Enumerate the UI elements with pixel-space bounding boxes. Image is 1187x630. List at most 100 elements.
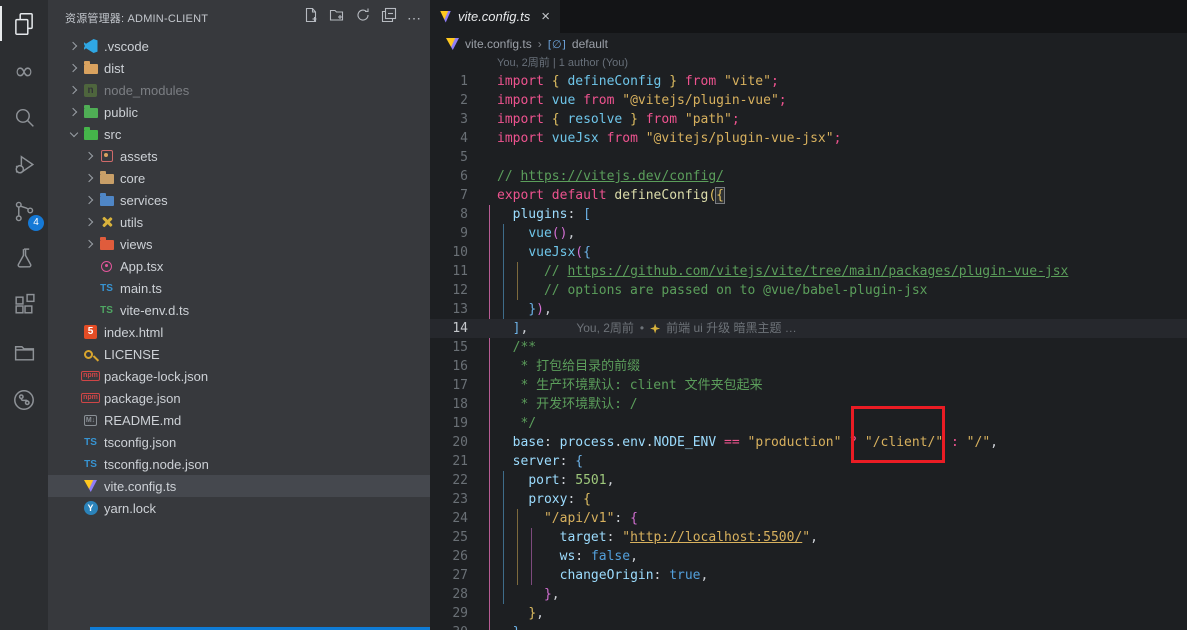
collapse-folders-icon[interactable] xyxy=(381,7,397,28)
code-line-22[interactable]: 22 port: 5501, xyxy=(430,471,1187,490)
explorer-icon[interactable] xyxy=(0,0,48,47)
line-number: 28 xyxy=(430,585,468,604)
code-line-5[interactable]: 5 xyxy=(430,148,1187,167)
code-line-1[interactable]: 1import { defineConfig } from "vite"; xyxy=(430,72,1187,91)
tree-item-src[interactable]: src xyxy=(48,123,430,145)
ts-blue-icon: TS xyxy=(98,280,115,296)
chevron-right-icon[interactable] xyxy=(82,153,98,159)
breadcrumb-symbol[interactable]: default xyxy=(572,37,608,51)
line-number: 26 xyxy=(430,547,468,566)
code-line-6[interactable]: 6// https://vitejs.dev/config/ xyxy=(430,167,1187,186)
code-line-10[interactable]: 10 vueJsx({ xyxy=(430,243,1187,262)
chevron-right-icon[interactable] xyxy=(82,197,98,203)
source-control-icon[interactable]: 4 xyxy=(0,188,48,235)
gitlens-authors-lens[interactable]: You, 2周前 | 1 author (You) xyxy=(430,55,1187,72)
search-icon[interactable] xyxy=(0,94,48,141)
code-line-27[interactable]: 27 changeOrigin: true, xyxy=(430,566,1187,585)
code-line-13[interactable]: 13 }), xyxy=(430,300,1187,319)
breadcrumb: vite.config.ts › [∅] default xyxy=(430,33,1187,55)
code-text: * 开发环境默认: / xyxy=(497,395,638,414)
code-line-16[interactable]: 16 * 打包给目录的前缀 xyxy=(430,357,1187,376)
extensions-icon[interactable] xyxy=(0,282,48,329)
tree-item-index.html[interactable]: 5index.html xyxy=(48,321,430,343)
code-line-19[interactable]: 19 */ xyxy=(430,414,1187,433)
tree-item-tsconfig.node.json[interactable]: TStsconfig.node.json xyxy=(48,453,430,475)
code-line-14[interactable]: 14 ],You, 2周前•前端 ui 升级 暗黑主题 … xyxy=(430,319,1187,338)
file-label: LICENSE xyxy=(104,347,160,362)
views-icon xyxy=(98,236,115,252)
gitlens-inline-blame: You, 2周前•前端 ui 升级 暗黑主题 … xyxy=(576,319,796,338)
file-label: core xyxy=(120,171,145,186)
tree-item-tsconfig.json[interactable]: TStsconfig.json xyxy=(48,431,430,453)
chevron-right-icon[interactable] xyxy=(66,43,82,49)
tree-item-services[interactable]: services xyxy=(48,189,430,211)
vs-logo-icon[interactable]: ∞ xyxy=(0,47,48,94)
code-line-28[interactable]: 28 }, xyxy=(430,585,1187,604)
code-line-24[interactable]: 24 "/api/v1": { xyxy=(430,509,1187,528)
chevron-down-icon[interactable] xyxy=(66,133,82,136)
refresh-icon[interactable] xyxy=(355,7,371,28)
code-line-4[interactable]: 4import vueJsx from "@vitejs/plugin-vue-… xyxy=(430,129,1187,148)
file-tree: .vscodedistnnode_modulespublicsrcassets c… xyxy=(48,35,430,519)
tree-item-main.ts[interactable]: TSmain.ts xyxy=(48,277,430,299)
html-icon: 5 xyxy=(82,324,99,340)
git-graph-icon[interactable] xyxy=(0,376,48,423)
tree-item-LICENSE[interactable]: LICENSE xyxy=(48,343,430,365)
tree-item-core[interactable]: core xyxy=(48,167,430,189)
tab-vite-config[interactable]: vite.config.ts × xyxy=(430,0,560,33)
tree-item-node_modules[interactable]: nnode_modules xyxy=(48,79,430,101)
tree-item-package-lock.json[interactable]: npmpackage-lock.json xyxy=(48,365,430,387)
chevron-right-icon[interactable] xyxy=(82,175,98,181)
code-line-30[interactable]: 30 }, xyxy=(430,623,1187,630)
code-text: port: 5501, xyxy=(497,471,614,490)
new-folder-icon[interactable] xyxy=(329,7,345,28)
code-line-17[interactable]: 17 * 生产环境默认: client 文件夹包起来 xyxy=(430,376,1187,395)
breadcrumb-file[interactable]: vite.config.ts xyxy=(465,37,532,51)
chevron-right-icon[interactable] xyxy=(82,241,98,247)
tree-item-vite-env.d.ts[interactable]: TSvite-env.d.ts xyxy=(48,299,430,321)
tree-item-App.tsx[interactable]: App.tsx xyxy=(48,255,430,277)
new-file-icon[interactable] xyxy=(303,7,319,28)
code-line-20[interactable]: 20 base: process.env.NODE_ENV == "produc… xyxy=(430,433,1187,452)
code-line-25[interactable]: 25 target: "http://localhost:5500/", xyxy=(430,528,1187,547)
code-line-29[interactable]: 29 }, xyxy=(430,604,1187,623)
tree-item-.vscode[interactable]: .vscode xyxy=(48,35,430,57)
code-line-23[interactable]: 23 proxy: { xyxy=(430,490,1187,509)
tab-close-icon[interactable]: × xyxy=(541,9,550,24)
line-number: 2 xyxy=(430,91,468,110)
tree-item-vite.config.ts[interactable]: vite.config.ts xyxy=(48,475,430,497)
line-number: 12 xyxy=(430,281,468,300)
code-line-15[interactable]: 15 /** xyxy=(430,338,1187,357)
tree-item-yarn.lock[interactable]: Yyarn.lock xyxy=(48,497,430,519)
run-debug-icon[interactable] xyxy=(0,141,48,188)
code-line-7[interactable]: 7export default defineConfig({ xyxy=(430,186,1187,205)
line-number: 5 xyxy=(430,148,468,167)
tree-item-views[interactable]: views xyxy=(48,233,430,255)
tree-item-assets[interactable]: assets xyxy=(48,145,430,167)
tree-item-utils[interactable]: utils xyxy=(48,211,430,233)
project-folder-icon[interactable] xyxy=(0,329,48,376)
code-line-18[interactable]: 18 * 开发环境默认: / xyxy=(430,395,1187,414)
code-text: }, xyxy=(497,585,560,604)
tree-item-dist[interactable]: dist xyxy=(48,57,430,79)
code-line-26[interactable]: 26 ws: false, xyxy=(430,547,1187,566)
code-line-3[interactable]: 3import { resolve } from "path"; xyxy=(430,110,1187,129)
code-line-2[interactable]: 2import vue from "@vitejs/plugin-vue"; xyxy=(430,91,1187,110)
more-actions-icon[interactable]: ⋯ xyxy=(407,13,422,23)
chevron-right-icon[interactable] xyxy=(66,109,82,115)
code-line-11[interactable]: 11 // https://github.com/vitejs/vite/tre… xyxy=(430,262,1187,281)
testing-icon[interactable] xyxy=(0,235,48,282)
code-line-9[interactable]: 9 vue(), xyxy=(430,224,1187,243)
chevron-right-icon[interactable] xyxy=(66,87,82,93)
chevron-right-icon[interactable] xyxy=(66,65,82,71)
tree-item-README.md[interactable]: M↓README.md xyxy=(48,409,430,431)
line-number: 13 xyxy=(430,300,468,319)
tree-item-package.json[interactable]: npmpackage.json xyxy=(48,387,430,409)
chevron-right-icon[interactable] xyxy=(82,219,98,225)
tree-item-public[interactable]: public xyxy=(48,101,430,123)
vscode-icon xyxy=(82,38,99,54)
line-number: 8 xyxy=(430,205,468,224)
code-line-12[interactable]: 12 // options are passed on to @vue/babe… xyxy=(430,281,1187,300)
code-line-21[interactable]: 21 server: { xyxy=(430,452,1187,471)
code-line-8[interactable]: 8 plugins: [ xyxy=(430,205,1187,224)
